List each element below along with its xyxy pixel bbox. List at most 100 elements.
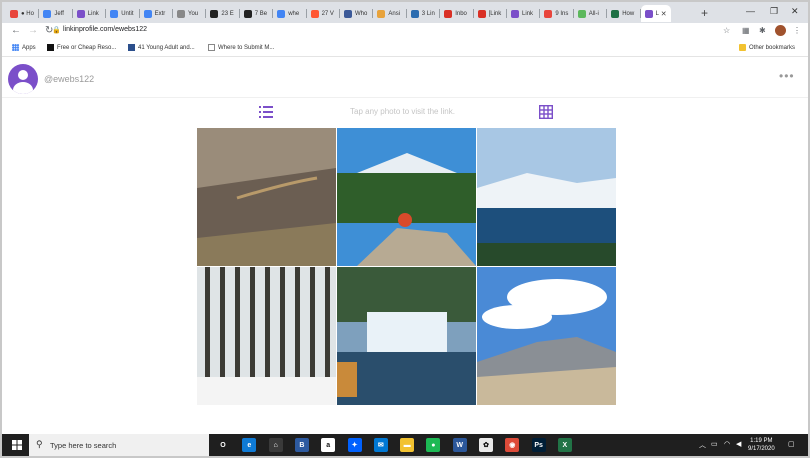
tab-12[interactable]: Ansi <box>373 5 407 22</box>
dropbox-icon[interactable]: ✦ <box>347 438 362 452</box>
address-bar[interactable]: linkinprofile.com/ewebs122 <box>63 26 147 33</box>
tab-20[interactable]: L ✕ <box>640 5 671 22</box>
volume-icon[interactable]: ◀ <box>736 440 741 448</box>
tab-favicon-icon <box>277 9 286 18</box>
tab-label: Untit <box>121 10 134 17</box>
lock-icon[interactable]: 🔒 <box>52 26 61 34</box>
tab-5[interactable]: Extr <box>140 5 173 22</box>
list-view-icon[interactable] <box>259 105 273 119</box>
tab-favicon-icon <box>377 9 386 18</box>
tab-favicon-icon <box>477 9 486 18</box>
tab-8[interactable]: 7 Be <box>240 5 274 22</box>
task-view-icon[interactable]: O <box>216 438 230 452</box>
photoshop-icon[interactable]: Ps <box>531 438 546 452</box>
tab-13[interactable]: 3 Lin <box>407 5 441 22</box>
bookmark-favicon-icon <box>47 44 54 51</box>
grid-view-icon[interactable] <box>539 105 553 119</box>
tab-17[interactable]: 9 Ins <box>540 5 574 22</box>
tab-label: [Link <box>488 10 502 17</box>
tab-3[interactable]: Link <box>73 5 107 22</box>
edge-icon[interactable]: e <box>242 438 257 452</box>
file-explorer-icon[interactable]: ▬ <box>400 438 415 452</box>
forward-icon[interactable]: → <box>28 25 38 37</box>
windows-start-icon[interactable] <box>12 440 22 450</box>
puzzle-icon[interactable]: ✱ <box>759 26 766 35</box>
photo-snowy-forest[interactable] <box>197 267 336 405</box>
tab-label: All-i <box>588 10 599 17</box>
tab-15[interactable]: [Link <box>474 5 507 22</box>
clock-time: 1:19 PM <box>750 438 773 444</box>
store-icon[interactable]: ⌂ <box>268 438 283 452</box>
mail-icon[interactable]: ✉ <box>373 438 388 452</box>
photo-waterfall[interactable] <box>337 267 476 405</box>
bookmark-apps[interactable]: Apps <box>12 44 36 51</box>
profile-avatar-icon[interactable] <box>775 25 786 36</box>
tab-10[interactable]: 27 V <box>307 5 340 22</box>
slack-icon[interactable]: ✿ <box>479 438 493 452</box>
bing-icon[interactable]: B <box>294 438 309 452</box>
extension-grid-icon[interactable]: ▦ <box>742 26 750 35</box>
tab-favicon-icon <box>544 9 553 18</box>
tab-14[interactable]: Inbo <box>440 5 474 22</box>
spotify-icon[interactable]: ● <box>426 438 441 452</box>
photo-half-dome[interactable] <box>477 267 616 405</box>
tab-2[interactable]: Jeff <box>39 5 73 22</box>
tab-separator <box>439 9 441 18</box>
tab-label: L <box>655 10 659 17</box>
photo-image <box>477 267 616 405</box>
bookmark-label: Free or Cheap Reso... <box>57 44 117 51</box>
profile-header: @ewebs122 ••• <box>2 57 808 98</box>
browser-window: L ✕ How All-i 9 Ins Link [Link Inbo 3 Lin Ansi Who… <box>0 0 810 458</box>
tab-1[interactable]: ● Ho <box>6 5 40 22</box>
network-icon[interactable]: ▭ <box>711 440 718 448</box>
search-icon: ⚲ <box>36 439 43 449</box>
tab-favicon-icon <box>76 9 85 18</box>
tab-close-icon[interactable]: ✕ <box>661 10 667 18</box>
tab-separator <box>171 9 173 18</box>
back-icon[interactable]: ← <box>11 25 21 37</box>
notifications-icon[interactable]: ▢ <box>788 440 795 448</box>
tab-label: Who <box>355 10 368 17</box>
word-icon[interactable]: W <box>452 438 467 452</box>
star-icon[interactable]: ☆ <box>723 26 730 35</box>
tab-label: Inbo <box>455 10 467 17</box>
photo-mountain-hiker[interactable] <box>337 128 476 266</box>
restore-button[interactable]: ❐ <box>770 6 778 17</box>
bookmark-young-adult[interactable]: 41 Young Adult and... <box>128 44 195 51</box>
menu-icon[interactable]: ⋮ <box>793 26 801 35</box>
tab-7[interactable]: 23 E <box>206 5 240 22</box>
tab-16[interactable]: Link <box>507 5 541 22</box>
chrome-icon[interactable]: ◉ <box>505 438 520 452</box>
tab-4[interactable]: Untit <box>106 5 140 22</box>
other-bookmarks-label: Other bookmarks <box>749 44 796 51</box>
tab-favicon-icon <box>177 9 185 18</box>
bookmark-free-resources[interactable]: Free or Cheap Reso... <box>47 44 116 51</box>
tab-18[interactable]: All-i <box>574 5 608 22</box>
photo-crater-lake[interactable] <box>477 128 616 266</box>
bookmark-where-to-submit[interactable]: Where to Submit M... <box>208 44 274 51</box>
close-window-button[interactable]: ✕ <box>791 6 799 17</box>
tab-favicon-icon <box>10 9 18 18</box>
tab-19[interactable]: How <box>607 5 641 22</box>
tab-9[interactable]: whe <box>273 5 307 22</box>
taskbar-clock[interactable]: 1:19 PM 9/17/2020 <box>748 437 775 453</box>
tab-6[interactable]: You <box>173 5 207 22</box>
tab-label: 3 Lin <box>421 10 435 17</box>
avatar-body-shape <box>13 82 33 94</box>
tab-11[interactable]: Who <box>340 5 374 22</box>
amazon-icon[interactable]: a <box>321 438 336 452</box>
tab-separator <box>505 9 507 18</box>
tab-separator <box>38 9 40 18</box>
more-options-icon[interactable]: ••• <box>779 69 795 83</box>
tab-label: 9 Ins <box>555 10 569 17</box>
user-avatar[interactable] <box>8 64 38 94</box>
wifi-icon[interactable]: ◠ <box>724 440 730 448</box>
excel-icon[interactable]: X <box>557 438 572 452</box>
photo-volcanic-road[interactable] <box>197 128 336 266</box>
minimize-button[interactable]: — <box>746 6 755 16</box>
other-bookmarks[interactable]: Other bookmarks <box>739 44 795 51</box>
new-tab-button[interactable]: + <box>701 7 708 19</box>
taskbar-search-box[interactable]: ⚲ Type here to search <box>29 434 209 456</box>
tray-chevron-icon[interactable]: ︿ <box>699 440 706 450</box>
tab-label: 7 Be <box>254 10 268 17</box>
